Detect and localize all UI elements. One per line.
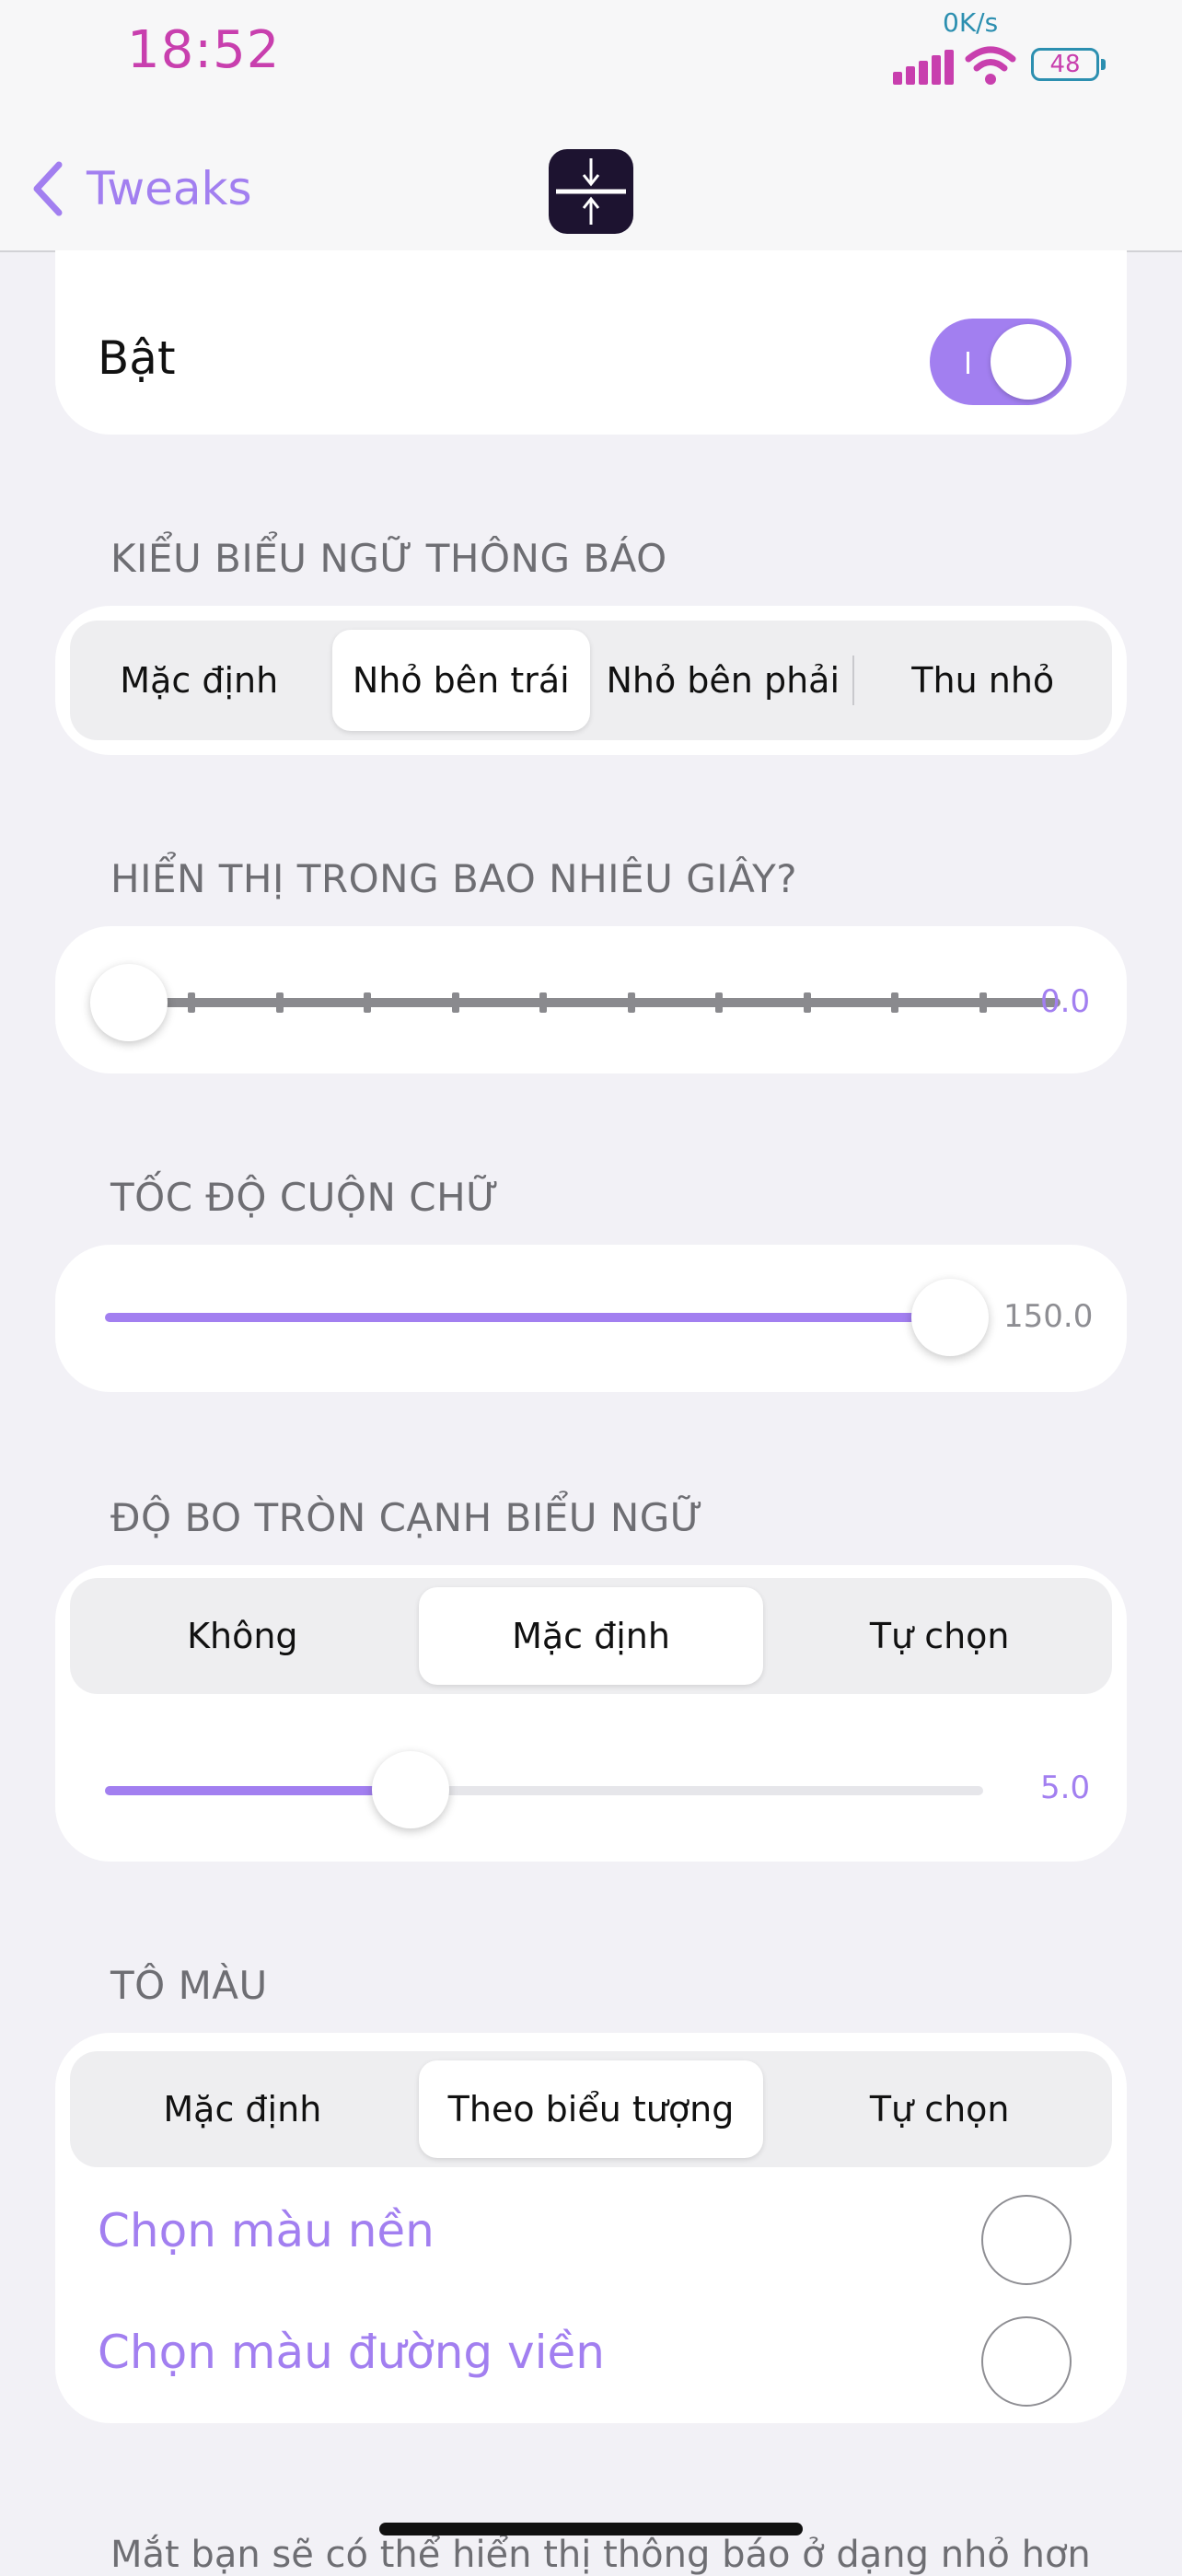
slider-tick <box>188 992 195 1013</box>
segment-custom[interactable]: Tự chọn <box>767 1578 1112 1694</box>
toggle-knob <box>991 324 1066 400</box>
display-seconds-track[interactable] <box>127 998 1060 1007</box>
enable-label: Bật <box>98 331 176 385</box>
corner-radius-thumb[interactable] <box>372 1751 449 1828</box>
home-indicator[interactable] <box>379 2523 803 2535</box>
scroll-speed-value: 150.0 <box>1003 1298 1094 1335</box>
slider-tick <box>891 992 898 1013</box>
status-bar: 18:52 0K/s 48 <box>0 0 1182 138</box>
segment-none[interactable]: Không <box>70 1578 415 1694</box>
slider-tick <box>803 992 811 1013</box>
status-time: 18:52 <box>127 20 281 80</box>
banner-style-title: KIỂU BIỂU NGỮ THÔNG BÁO <box>110 536 667 581</box>
wifi-icon <box>965 46 1016 85</box>
border-color-well[interactable] <box>981 2316 1072 2407</box>
corner-radius-segmented-control: Không Mặc định Tự chọn <box>70 1578 1112 1694</box>
tint-segmented-control: Mặc định Theo biểu tượng Tự chọn <box>70 2051 1112 2167</box>
compress-vertical-icon <box>549 149 633 234</box>
footer-description: Mắt bạn sẽ có thể hiển thị thông báo ở d… <box>110 2534 1091 2576</box>
border-color-label[interactable]: Chọn màu đường viền <box>98 2326 605 2379</box>
segment-custom[interactable]: Tự chọn <box>767 2051 1112 2167</box>
display-seconds-card: 0.0 <box>55 926 1127 1073</box>
display-seconds-title: HIỂN THỊ TRONG BAO NHIÊU GIÂY? <box>110 856 798 901</box>
corner-radius-track-fill <box>105 1786 412 1795</box>
scroll-speed-thumb[interactable] <box>911 1279 989 1356</box>
enable-card: Bật <box>55 250 1127 435</box>
tint-card: Mặc định Theo biểu tượng Tự chọn Chọn mà… <box>55 2033 1127 2423</box>
segment-small-left[interactable]: Nhỏ bên trái <box>331 630 590 731</box>
enable-toggle[interactable] <box>930 319 1072 405</box>
corner-radius-value: 5.0 <box>1040 1770 1091 1806</box>
segment-by-icon[interactable]: Theo biểu tượng <box>418 2060 764 2158</box>
chevron-left-icon <box>33 161 63 216</box>
tint-title: TÔ MÀU <box>110 1963 268 2008</box>
slider-tick <box>627 992 635 1013</box>
slider-tick <box>275 992 284 1013</box>
scroll-speed-card: 150.0 <box>55 1245 1127 1392</box>
segment-default[interactable]: Mặc định <box>418 1587 764 1685</box>
slider-tick <box>539 992 547 1013</box>
slider-tick <box>715 992 723 1013</box>
corner-radius-title: ĐỘ BO TRÒN CẠNH BIỂU NGỮ <box>110 1495 704 1540</box>
segment-small-right[interactable]: Nhỏ bên phải <box>594 621 852 740</box>
banner-style-card: Mặc định Nhỏ bên trái Nhỏ bên phải Thu n… <box>55 606 1127 755</box>
back-label: Tweaks <box>87 162 252 215</box>
background-color-well[interactable] <box>981 2195 1072 2285</box>
battery-icon: 48 <box>1031 48 1106 81</box>
back-button[interactable]: Tweaks <box>31 157 252 221</box>
navigation-bar: Tweaks <box>0 138 1182 252</box>
scroll-speed-track[interactable] <box>105 1313 944 1322</box>
banner-style-segmented-control: Mặc định Nhỏ bên trái Nhỏ bên phải Thu n… <box>70 621 1112 740</box>
segment-default[interactable]: Mặc định <box>70 621 329 740</box>
slider-tick <box>364 992 371 1013</box>
segment-default[interactable]: Mặc định <box>70 2051 415 2167</box>
segment-minimized[interactable]: Thu nhỏ <box>854 621 1113 740</box>
signal-icon <box>893 48 954 85</box>
display-seconds-thumb[interactable] <box>90 964 168 1041</box>
display-seconds-value: 0.0 <box>1040 983 1091 1020</box>
slider-tick <box>451 992 459 1013</box>
slider-tick <box>979 992 987 1013</box>
network-speed: 0K/s <box>943 7 999 38</box>
toggle-on-mark <box>967 352 969 374</box>
background-color-label[interactable]: Chọn màu nền <box>98 2204 435 2257</box>
scroll-speed-title: TỐC ĐỘ CUỘN CHỮ <box>110 1175 500 1220</box>
corner-radius-card: Không Mặc định Tự chọn 5.0 <box>55 1565 1127 1862</box>
